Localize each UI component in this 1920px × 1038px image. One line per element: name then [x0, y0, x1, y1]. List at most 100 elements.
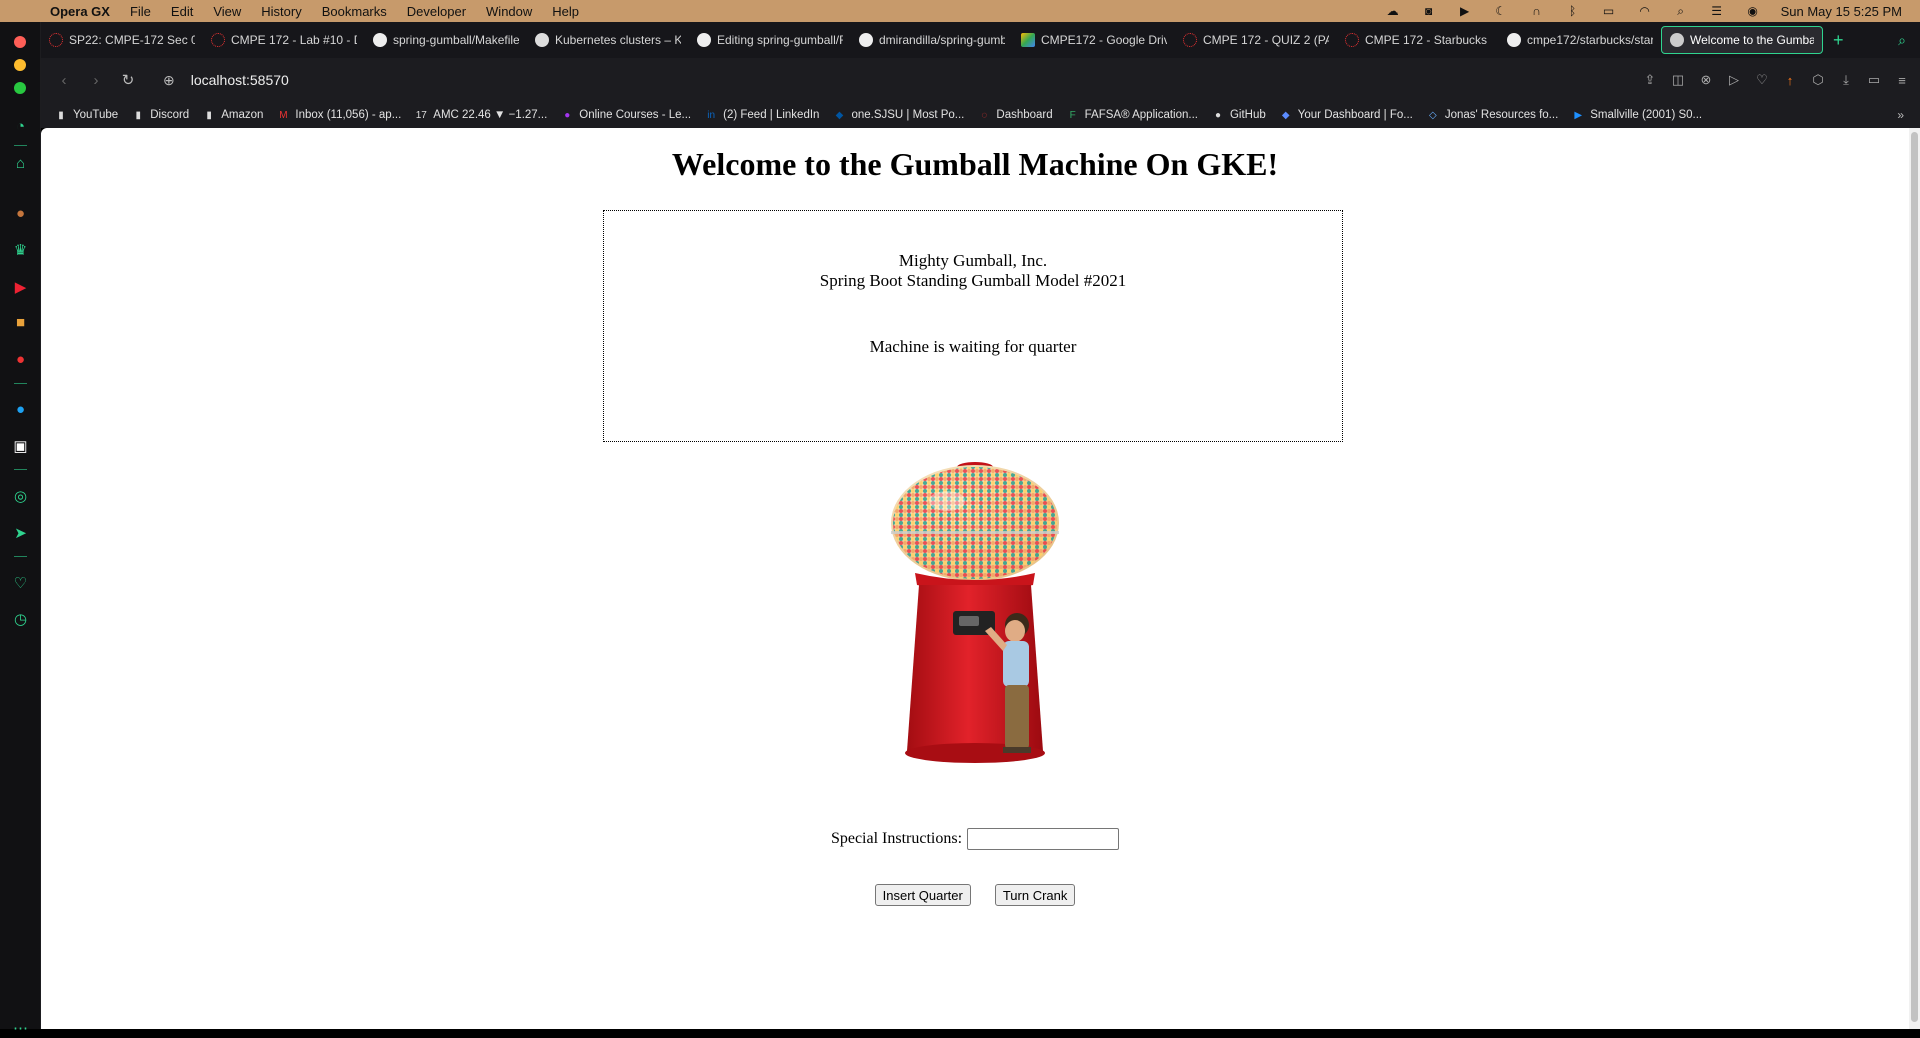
- tab[interactable]: CMPE 172 - Lab #10 - D: [203, 26, 365, 54]
- tab[interactable]: spring-gumball/Makefile: [365, 26, 527, 54]
- bookmark-item[interactable]: ● Online Courses - Le...: [561, 109, 691, 121]
- bookmark-item[interactable]: M Inbox (11,056) - ap...: [277, 109, 401, 121]
- downloads-icon[interactable]: ⤓: [1838, 72, 1854, 88]
- tab-search-icon[interactable]: ⌕: [1898, 32, 1906, 49]
- gx-corner-icon[interactable]: ⌂: [10, 153, 31, 174]
- bookmark-item[interactable]: ▮ Discord: [132, 109, 189, 121]
- headphones-icon[interactable]: ∩: [1529, 4, 1545, 18]
- menu-bookmarks[interactable]: Bookmarks: [322, 4, 387, 19]
- moon-icon[interactable]: ☾: [1493, 4, 1509, 18]
- menu-window[interactable]: Window: [486, 4, 532, 19]
- bookmark-item[interactable]: ◆ one.SJSU | Most Po...: [833, 109, 965, 121]
- menu-edit[interactable]: Edit: [171, 4, 193, 19]
- football-icon[interactable]: ●: [10, 203, 31, 224]
- share-icon[interactable]: ⇪: [1642, 72, 1658, 88]
- new-tab-button[interactable]: +: [1833, 30, 1844, 51]
- menu-view[interactable]: View: [213, 4, 241, 19]
- canvas-icon: [49, 33, 63, 47]
- close-window-button[interactable]: [14, 36, 26, 48]
- turn-crank-button[interactable]: Turn Crank: [994, 884, 1076, 906]
- snapshot-icon[interactable]: ◫: [1670, 72, 1686, 88]
- bookmark-item[interactable]: 17 AMC 22.46 ▼ −1.27...: [415, 109, 548, 121]
- cloud-icon[interactable]: ☁: [1385, 4, 1401, 18]
- special-instructions-input[interactable]: [967, 828, 1120, 850]
- tab[interactable]: Editing spring-gumball/R: [689, 26, 851, 54]
- heart-icon[interactable]: ♡: [10, 572, 31, 593]
- search-icon[interactable]: ⌕: [1673, 4, 1689, 18]
- tab[interactable]: CMPE 172 - Starbucks P: [1337, 26, 1499, 54]
- menu-help[interactable]: Help: [552, 4, 579, 19]
- canvas-icon: [211, 33, 225, 47]
- page-scrollbar[interactable]: [1909, 128, 1920, 1029]
- back-icon[interactable]: ‹: [55, 72, 73, 89]
- battery-saver-icon[interactable]: ▭: [1866, 72, 1882, 88]
- extensions-icon[interactable]: ⬡: [1810, 72, 1826, 88]
- bookmark-item[interactable]: ◆ Your Dashboard | Fo...: [1280, 109, 1413, 121]
- reload-icon[interactable]: ↻: [119, 71, 137, 89]
- adblock-icon[interactable]: ⊗: [1698, 72, 1714, 88]
- tab-active[interactable]: Welcome to the Gumball: [1661, 26, 1823, 54]
- bookmark-item[interactable]: in (2) Feed | LinkedIn: [705, 109, 819, 121]
- bookmark-item[interactable]: ▶ Smallville (2001) S0...: [1572, 109, 1702, 121]
- url-field[interactable]: localhost:58570: [191, 72, 289, 88]
- flag-icon[interactable]: ▶: [10, 276, 31, 297]
- more-icon[interactable]: ⋯: [10, 1017, 31, 1038]
- bookmark-item[interactable]: ◇ Jonas' Resources fo...: [1427, 109, 1558, 121]
- tab[interactable]: Kubernetes clusters – K: [527, 26, 689, 54]
- crown-icon[interactable]: ♛: [10, 239, 31, 260]
- menu-developer[interactable]: Developer: [407, 4, 466, 19]
- canvas-icon: [1183, 33, 1197, 47]
- update-icon[interactable]: ↑: [1782, 73, 1798, 88]
- bookmarks-bar: ▮ YouTube ▮ Discord ▮ Amazon M Inbox (11,056…: [41, 102, 1920, 128]
- player-icon[interactable]: ◎: [10, 485, 31, 506]
- siri-icon[interactable]: ◉: [1745, 4, 1761, 18]
- play-icon: ▶: [1574, 109, 1583, 121]
- gcloud-icon: [535, 33, 549, 47]
- apple-icon[interactable]: [18, 2, 36, 20]
- maximize-window-button[interactable]: [14, 82, 26, 94]
- forward-icon[interactable]: ›: [87, 72, 105, 89]
- sidebar-divider: [14, 383, 27, 384]
- menu-app-name[interactable]: Opera GX: [50, 4, 110, 19]
- tab[interactable]: cmpe172/starbucks/start: [1499, 26, 1661, 54]
- bookmark-item[interactable]: ● GitHub: [1212, 109, 1266, 121]
- more-bookmarks-icon[interactable]: »: [1897, 108, 1904, 122]
- game-icon[interactable]: ■: [10, 312, 31, 333]
- bookmark-heart-icon[interactable]: ♡: [1754, 72, 1770, 88]
- tab[interactable]: CMPE 172 - QUIZ 2 (PAR: [1175, 26, 1337, 54]
- send-icon[interactable]: ▷: [1726, 72, 1742, 88]
- menu-file[interactable]: File: [130, 4, 151, 19]
- easy-setup-icon[interactable]: ≡: [1894, 73, 1910, 88]
- bookmark-item[interactable]: ◌ Dashboard: [978, 109, 1052, 121]
- twitter-icon[interactable]: ●: [10, 399, 31, 420]
- tab[interactable]: SP22: CMPE-172 Sec 01: [41, 26, 203, 54]
- minimize-window-button[interactable]: [14, 59, 26, 71]
- udemy-icon: ●: [564, 109, 571, 121]
- bluetooth-icon[interactable]: ᛒ: [1565, 4, 1581, 18]
- tab[interactable]: dmirandilla/spring-gumb: [851, 26, 1013, 54]
- sjsu-icon: ◆: [835, 109, 844, 121]
- send-icon[interactable]: ➤: [10, 522, 31, 543]
- bookmark-item[interactable]: ▮ Amazon: [203, 109, 263, 121]
- japan-flag-icon[interactable]: ●: [10, 349, 31, 370]
- history-icon[interactable]: ◷: [10, 608, 31, 629]
- tab[interactable]: CMPE172 - Google Drive: [1013, 26, 1175, 54]
- battery-icon[interactable]: ▭: [1601, 4, 1617, 18]
- tab-strip: SP22: CMPE-172 Sec 01 CMPE 172 - Lab #10…: [41, 22, 1920, 58]
- linkedin-icon: in: [707, 109, 716, 121]
- github-icon: [1507, 33, 1521, 47]
- docker-icon[interactable]: ◙: [1421, 4, 1437, 18]
- bookmark-item[interactable]: ▮ YouTube: [55, 109, 118, 121]
- menu-history[interactable]: History: [261, 4, 301, 19]
- insert-quarter-button[interactable]: Insert Quarter: [874, 884, 971, 906]
- bookmark-item[interactable]: F FAFSA® Application...: [1067, 109, 1198, 121]
- gx-control-icon[interactable]: ◔: [10, 116, 31, 137]
- wifi-icon[interactable]: ◠: [1637, 4, 1653, 18]
- web-page: Welcome to the Gumball Machine On GKE! M…: [41, 128, 1909, 1029]
- discord-icon[interactable]: ▣: [10, 435, 31, 456]
- menu-clock[interactable]: Sun May 15 5:25 PM: [1781, 4, 1902, 19]
- site-info-icon[interactable]: ⊕: [163, 72, 175, 89]
- play-circle-icon[interactable]: ▶: [1457, 4, 1473, 18]
- scrollbar-thumb[interactable]: [1911, 132, 1918, 1022]
- control-center-icon[interactable]: ☰: [1709, 4, 1725, 18]
